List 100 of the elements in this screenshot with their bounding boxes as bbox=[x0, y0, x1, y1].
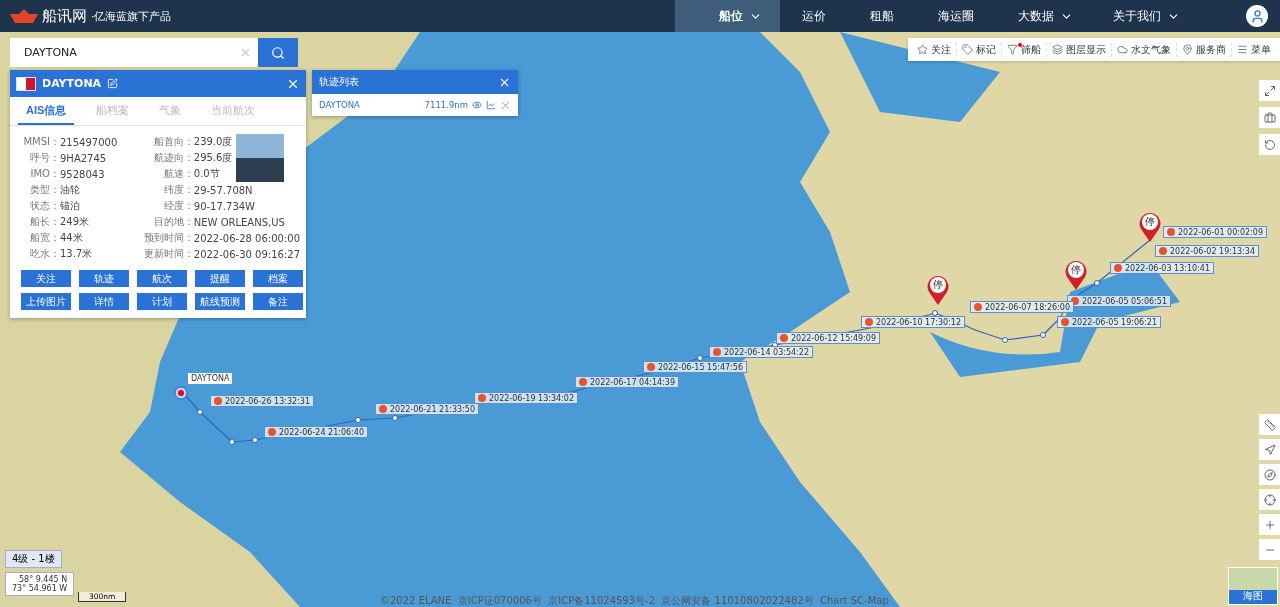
action-button[interactable]: 详情 bbox=[79, 293, 129, 310]
field-value: 90-17.734W bbox=[193, 200, 255, 212]
panel-title: 轨迹列表 bbox=[319, 75, 359, 89]
field-label: 航速： bbox=[162, 167, 194, 181]
compass-button[interactable] bbox=[1259, 464, 1280, 485]
stop-pin[interactable]: 停 bbox=[1064, 260, 1088, 290]
boat-logo-icon bbox=[10, 9, 38, 23]
track-point-marker[interactable] bbox=[355, 417, 361, 423]
ruler-icon bbox=[1263, 418, 1276, 431]
track-point-marker[interactable] bbox=[697, 355, 703, 361]
action-button[interactable]: 提醒 bbox=[195, 270, 245, 287]
ruler-button[interactable] bbox=[1259, 414, 1280, 435]
track-time-label: 2022-06-01 00:02:09 bbox=[1163, 226, 1267, 238]
search-field[interactable]: DAYTONA bbox=[10, 38, 258, 67]
search-button[interactable] bbox=[258, 38, 298, 67]
close-icon[interactable] bbox=[500, 99, 511, 111]
navigation-button[interactable] bbox=[1259, 439, 1280, 460]
briefcase-button[interactable] bbox=[1259, 107, 1280, 128]
track-time-label: 2022-06-19 13:34:02 bbox=[474, 392, 578, 404]
track-time-label: 2022-06-02 19:13:34 bbox=[1155, 245, 1259, 257]
eye-icon[interactable] bbox=[472, 100, 482, 110]
track-point-marker[interactable] bbox=[932, 310, 938, 316]
undo-button[interactable] bbox=[1259, 134, 1280, 155]
field-label: 船长： bbox=[29, 215, 60, 229]
track-time-label: 2022-06-05 19:06:21 bbox=[1057, 316, 1161, 328]
track-time-label: 2022-06-10 17:30:12 bbox=[861, 316, 965, 328]
track-point-marker[interactable] bbox=[1002, 337, 1008, 343]
track-point-marker[interactable] bbox=[229, 439, 235, 445]
field-value: 13.7米 bbox=[60, 247, 93, 261]
action-button[interactable]: 备注 bbox=[253, 293, 303, 310]
zoom-level-label: 4级 - 1楼 bbox=[5, 550, 62, 568]
toolbar-item[interactable]: 菜单 bbox=[1232, 42, 1276, 57]
track-point-marker[interactable] bbox=[392, 415, 398, 421]
action-button[interactable]: 关注 bbox=[21, 270, 71, 287]
field-label: 更新时间： bbox=[142, 247, 194, 261]
track-time-label: 2022-06-26 13:32:31 bbox=[210, 395, 314, 407]
nav-item[interactable]: 关于我们 bbox=[1091, 0, 1198, 32]
photo-placeholder bbox=[236, 134, 285, 182]
track-point-marker[interactable] bbox=[1040, 332, 1046, 338]
field-value: 29-57.708N bbox=[193, 184, 253, 196]
tagline: ·亿海蓝旗下产品 bbox=[91, 8, 172, 24]
track-point-marker[interactable] bbox=[252, 437, 258, 443]
crosshair-icon bbox=[1263, 493, 1276, 506]
nav-item[interactable]: 租船 bbox=[848, 0, 916, 32]
search-icon bbox=[271, 45, 285, 60]
panel-tab[interactable]: AIS信息 bbox=[18, 97, 75, 125]
star-icon bbox=[917, 44, 928, 55]
action-button[interactable]: 计划 bbox=[137, 293, 187, 310]
copyright-text: ©2022 ELANE 京ICP证070006号 京ICP备11024593号-2 京公网安备 11010802022482号 Chart SC-Map bbox=[380, 594, 889, 607]
locate-button[interactable] bbox=[1259, 489, 1280, 510]
field-label: MMSI： bbox=[22, 135, 60, 149]
stop-pin[interactable]: 停 bbox=[926, 275, 950, 305]
coordinate-text: 73° 54.961 W bbox=[12, 584, 68, 593]
field-label: 吃水： bbox=[29, 247, 60, 261]
track-point-marker[interactable] bbox=[197, 409, 203, 415]
layer-switch-button[interactable]: 海图 bbox=[1228, 567, 1278, 605]
field-label: 预到时间： bbox=[142, 231, 194, 245]
edit-icon[interactable] bbox=[107, 78, 119, 89]
track-distance: 7111.9nm bbox=[424, 100, 468, 110]
ship-name-label: DAYTONA bbox=[188, 373, 233, 384]
action-button[interactable]: 航线预测 bbox=[195, 293, 245, 310]
toolbar-item[interactable]: 关注 bbox=[912, 42, 957, 57]
nav-item[interactable]: 船位 bbox=[675, 0, 780, 32]
field-label: 呼号： bbox=[29, 151, 60, 165]
track-time-label: 2022-06-14 03:54:22 bbox=[709, 346, 813, 358]
field-value: 锚泊 bbox=[60, 199, 80, 213]
field-label: 纬度： bbox=[162, 183, 194, 197]
field-value: 2022-06-30 09:16:27 bbox=[193, 248, 300, 260]
expand-icon bbox=[1263, 84, 1276, 97]
track-name[interactable]: DAYTONA bbox=[319, 100, 421, 110]
toolbar-item[interactable]: 服务商 bbox=[1177, 42, 1232, 57]
action-button[interactable]: 轨迹 bbox=[79, 270, 129, 287]
action-button[interactable]: 上传图片 bbox=[21, 293, 71, 310]
track-point-marker[interactable] bbox=[1094, 280, 1100, 286]
toolbar-item[interactable]: 图层显示 bbox=[1047, 42, 1112, 57]
action-button[interactable]: 档案 bbox=[253, 270, 303, 287]
toolbar-item[interactable]: 标记 bbox=[957, 42, 1002, 57]
user-avatar-icon[interactable] bbox=[1246, 5, 1268, 27]
nav-item[interactable]: 海运圈 bbox=[916, 0, 996, 32]
action-button[interactable]: 航次 bbox=[137, 270, 187, 287]
field-value: 9HA2745 bbox=[60, 152, 107, 164]
track-time-label: 2022-06-12 15:49:09 bbox=[776, 332, 880, 344]
track-time-label: 2022-06-03 13:10:41 bbox=[1110, 262, 1214, 274]
ship-name: DAYTONA bbox=[42, 77, 102, 90]
fullscreen-button[interactable] bbox=[1259, 80, 1280, 101]
stop-pin[interactable]: 停 bbox=[1138, 212, 1162, 242]
flag-icon bbox=[16, 76, 36, 91]
field-value: NEW ORLEANS,US bbox=[193, 216, 285, 228]
track-time-label: 2022-06-17 04:14:39 bbox=[575, 376, 679, 388]
field-value: 油轮 bbox=[60, 183, 80, 197]
chart-icon[interactable] bbox=[486, 100, 496, 110]
toolbar-item[interactable]: 筛船 bbox=[1002, 42, 1047, 57]
field-label: 目的地： bbox=[152, 215, 194, 229]
ship-position-marker[interactable] bbox=[174, 386, 188, 400]
nav-item[interactable]: 大数据 bbox=[996, 0, 1091, 32]
field-value: 44米 bbox=[60, 231, 83, 245]
nav-item[interactable]: 运价 bbox=[780, 0, 848, 32]
undo-icon bbox=[1263, 138, 1276, 151]
toolbar-item[interactable]: 水文气象 bbox=[1112, 42, 1177, 57]
field-value: 9528043 bbox=[60, 168, 105, 180]
